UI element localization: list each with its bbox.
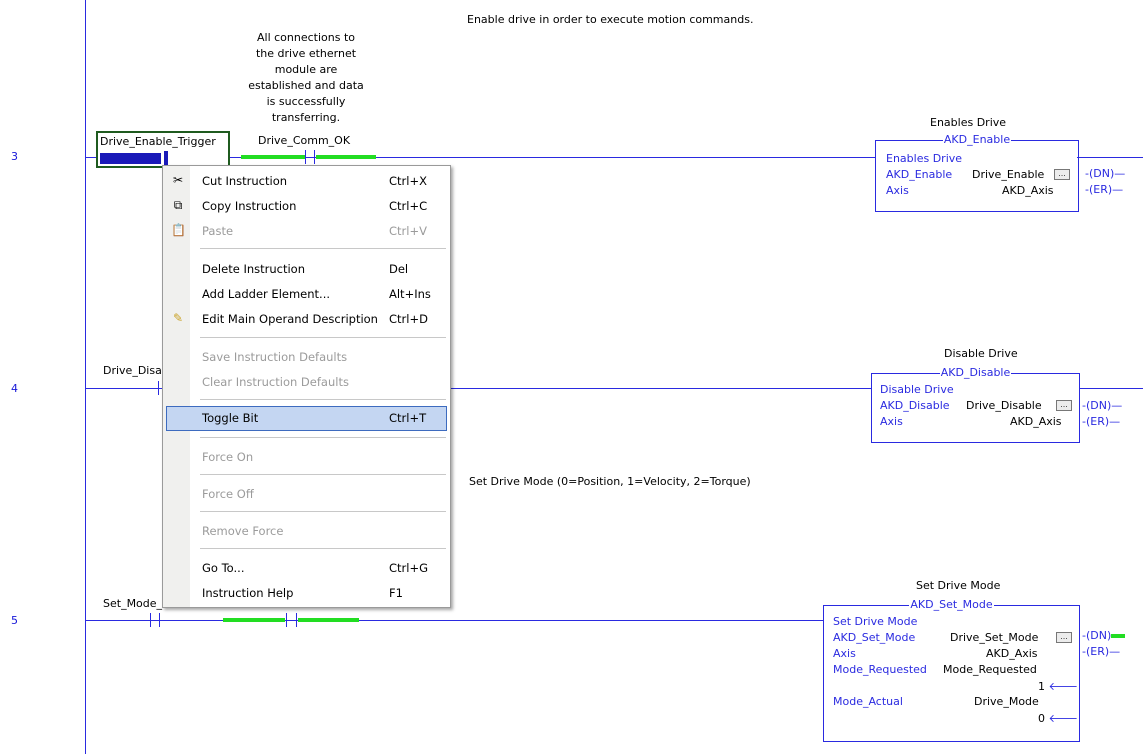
mode-actual-label: Mode_Actual — [833, 695, 903, 708]
menu-item-instruction-help[interactable]: Instruction Help F1 — [163, 581, 450, 605]
akd-disable-param-label: AKD_Disable — [880, 399, 950, 412]
menu-item-edit-main-operand-description[interactable]: ✎ Edit Main Operand Description Ctrl+D — [163, 307, 450, 331]
akd-enable-description: Enables Drive — [930, 116, 1007, 129]
rung-number-3[interactable]: 3 — [11, 150, 18, 163]
menu-item-add-ladder-element[interactable]: Add Ladder Element... Alt+Ins — [163, 282, 450, 306]
rung3-output-wire — [1077, 157, 1143, 158]
rung3-energized-left — [241, 155, 305, 159]
drive-comm-ok-contact-right — [314, 150, 315, 164]
drive-enable-trigger-contact[interactable]: Drive_Enable_Trigger — [96, 131, 230, 168]
menu-separator — [200, 337, 446, 338]
menu-item-force-on[interactable]: Force On — [163, 445, 450, 469]
akd-set-mode-dn-output: -(DN) — [1082, 629, 1126, 642]
menu-separator — [200, 474, 446, 475]
akd-enable-param-value[interactable]: Drive_Enable — [972, 168, 1044, 181]
context-menu: ✂ Cut Instruction Ctrl+X ⧉ Copy Instruct… — [162, 165, 451, 608]
drive-disable-contact[interactable] — [158, 381, 159, 395]
rung-number-4[interactable]: 4 — [11, 382, 18, 395]
akd-enable-subtitle: Enables Drive — [886, 152, 963, 165]
drive-comm-ok-contact-left — [305, 150, 306, 164]
rung5-contact2-left[interactable] — [286, 613, 287, 627]
akd-disable-axis-value[interactable]: AKD_Axis — [1010, 415, 1062, 428]
akd-enable-block[interactable]: AKD_Enable Enables Drive AKD_Enable Driv… — [875, 133, 1079, 212]
akd-disable-er-output: -(ER)— — [1082, 415, 1121, 428]
menu-item-cut-instruction[interactable]: ✂ Cut Instruction Ctrl+X — [163, 169, 450, 193]
akd-disable-subtitle: Disable Drive — [880, 383, 954, 396]
akd-disable-ellipsis-button[interactable]: ... — [1056, 400, 1072, 411]
copy-icon: ⧉ — [173, 198, 183, 212]
mode-actual-value[interactable]: Drive_Mode — [974, 695, 1039, 708]
akd-enable-er-output: -(ER)— — [1085, 183, 1124, 196]
akd-set-mode-param-value[interactable]: Drive_Set_Mode — [950, 631, 1038, 644]
menu-item-clear-instruction-defaults[interactable]: Clear Instruction Defaults — [163, 370, 450, 394]
akd-disable-axis-label: Axis — [880, 415, 903, 428]
akd-enable-axis-value[interactable]: AKD_Axis — [1002, 184, 1054, 197]
akd-disable-block[interactable]: AKD_Disable Disable Drive AKD_Disable Dr… — [871, 366, 1080, 443]
contact-selection-bar — [100, 153, 161, 164]
paste-icon: 📋 — [171, 223, 186, 237]
akd-set-mode-title: AKD_Set_Mode — [909, 598, 994, 611]
left-power-rail — [85, 0, 86, 754]
menu-item-remove-force[interactable]: Remove Force — [163, 519, 450, 543]
drive-enable-trigger-tag[interactable]: Drive_Enable_Trigger — [100, 135, 216, 148]
mode-requested-label: Mode_Requested — [833, 663, 927, 676]
rung5-energized-right — [298, 618, 359, 622]
menu-item-force-off[interactable]: Force Off — [163, 482, 450, 506]
menu-item-save-instruction-defaults[interactable]: Save Instruction Defaults — [163, 345, 450, 369]
drive-comm-ok-tag[interactable]: Drive_Comm_OK — [258, 134, 350, 147]
rung3-comment: Enable drive in order to execute motion … — [467, 13, 754, 26]
drive-comm-ok-description: All connections to the drive ethernet mo… — [248, 31, 364, 124]
akd-disable-description: Disable Drive — [944, 347, 1018, 360]
akd-enable-axis-label: Axis — [886, 184, 909, 197]
scissors-icon: ✂ — [172, 173, 184, 187]
drive-disable-tag[interactable]: Drive_Disa — [103, 364, 162, 377]
pencil-icon: ✎ — [172, 311, 184, 325]
menu-item-go-to[interactable]: Go To... Ctrl+G — [163, 556, 450, 580]
akd-enable-title: AKD_Enable — [942, 133, 1012, 146]
mode-requested-value[interactable]: Mode_Requested — [943, 663, 1037, 676]
akd-disable-param-value[interactable]: Drive_Disable — [966, 399, 1042, 412]
rung5-contact2-right[interactable] — [296, 613, 297, 627]
akd-set-mode-er-output: -(ER)— — [1082, 645, 1121, 658]
menu-separator — [200, 548, 446, 549]
menu-item-toggle-bit[interactable]: Toggle Bit Ctrl+T — [166, 406, 447, 431]
set-mode-trigger-tag[interactable]: Set_Mode_ — [103, 597, 162, 610]
akd-set-mode-param-label: AKD_Set_Mode — [833, 631, 916, 644]
menu-separator — [200, 511, 446, 512]
mode-actual-number: 0 🡐 — [1038, 712, 1078, 725]
akd-set-mode-block[interactable]: AKD_Set_Mode Set Drive Mode AKD_Set_Mode… — [823, 598, 1080, 742]
akd-enable-dn-output: -(DN)— — [1085, 167, 1126, 180]
menu-item-copy-instruction[interactable]: ⧉ Copy Instruction Ctrl+C — [163, 194, 450, 218]
set-mode-contact-right[interactable] — [159, 613, 160, 627]
rung5-energized-left — [223, 618, 285, 622]
rung3-energized-right — [316, 155, 376, 159]
rung-number-5[interactable]: 5 — [11, 614, 18, 627]
akd-enable-ellipsis-button[interactable]: ... — [1054, 169, 1070, 180]
akd-enable-param-label: AKD_Enable — [886, 168, 953, 181]
menu-separator — [200, 437, 446, 438]
akd-disable-dn-output: -(DN)— — [1082, 399, 1123, 412]
mode-requested-number: 1 🡐 — [1038, 680, 1078, 693]
akd-set-mode-ellipsis-button[interactable]: ... — [1056, 632, 1072, 643]
akd-set-mode-subtitle: Set Drive Mode — [833, 615, 918, 628]
menu-item-paste[interactable]: 📋 Paste Ctrl+V — [163, 219, 450, 243]
akd-set-mode-axis-label: Axis — [833, 647, 856, 660]
menu-item-delete-instruction[interactable]: Delete Instruction Del — [163, 257, 450, 281]
rung5-wire — [86, 620, 823, 621]
akd-set-mode-description: Set Drive Mode — [916, 579, 1001, 592]
menu-separator — [200, 399, 446, 400]
set-mode-contact-left[interactable] — [150, 613, 151, 627]
rung5-comment: Set Drive Mode (0=Position, 1=Velocity, … — [469, 475, 751, 488]
akd-disable-title: AKD_Disable — [939, 366, 1012, 379]
menu-separator — [200, 248, 446, 249]
akd-set-mode-axis-value[interactable]: AKD_Axis — [986, 647, 1038, 660]
contact-rail — [164, 151, 168, 166]
